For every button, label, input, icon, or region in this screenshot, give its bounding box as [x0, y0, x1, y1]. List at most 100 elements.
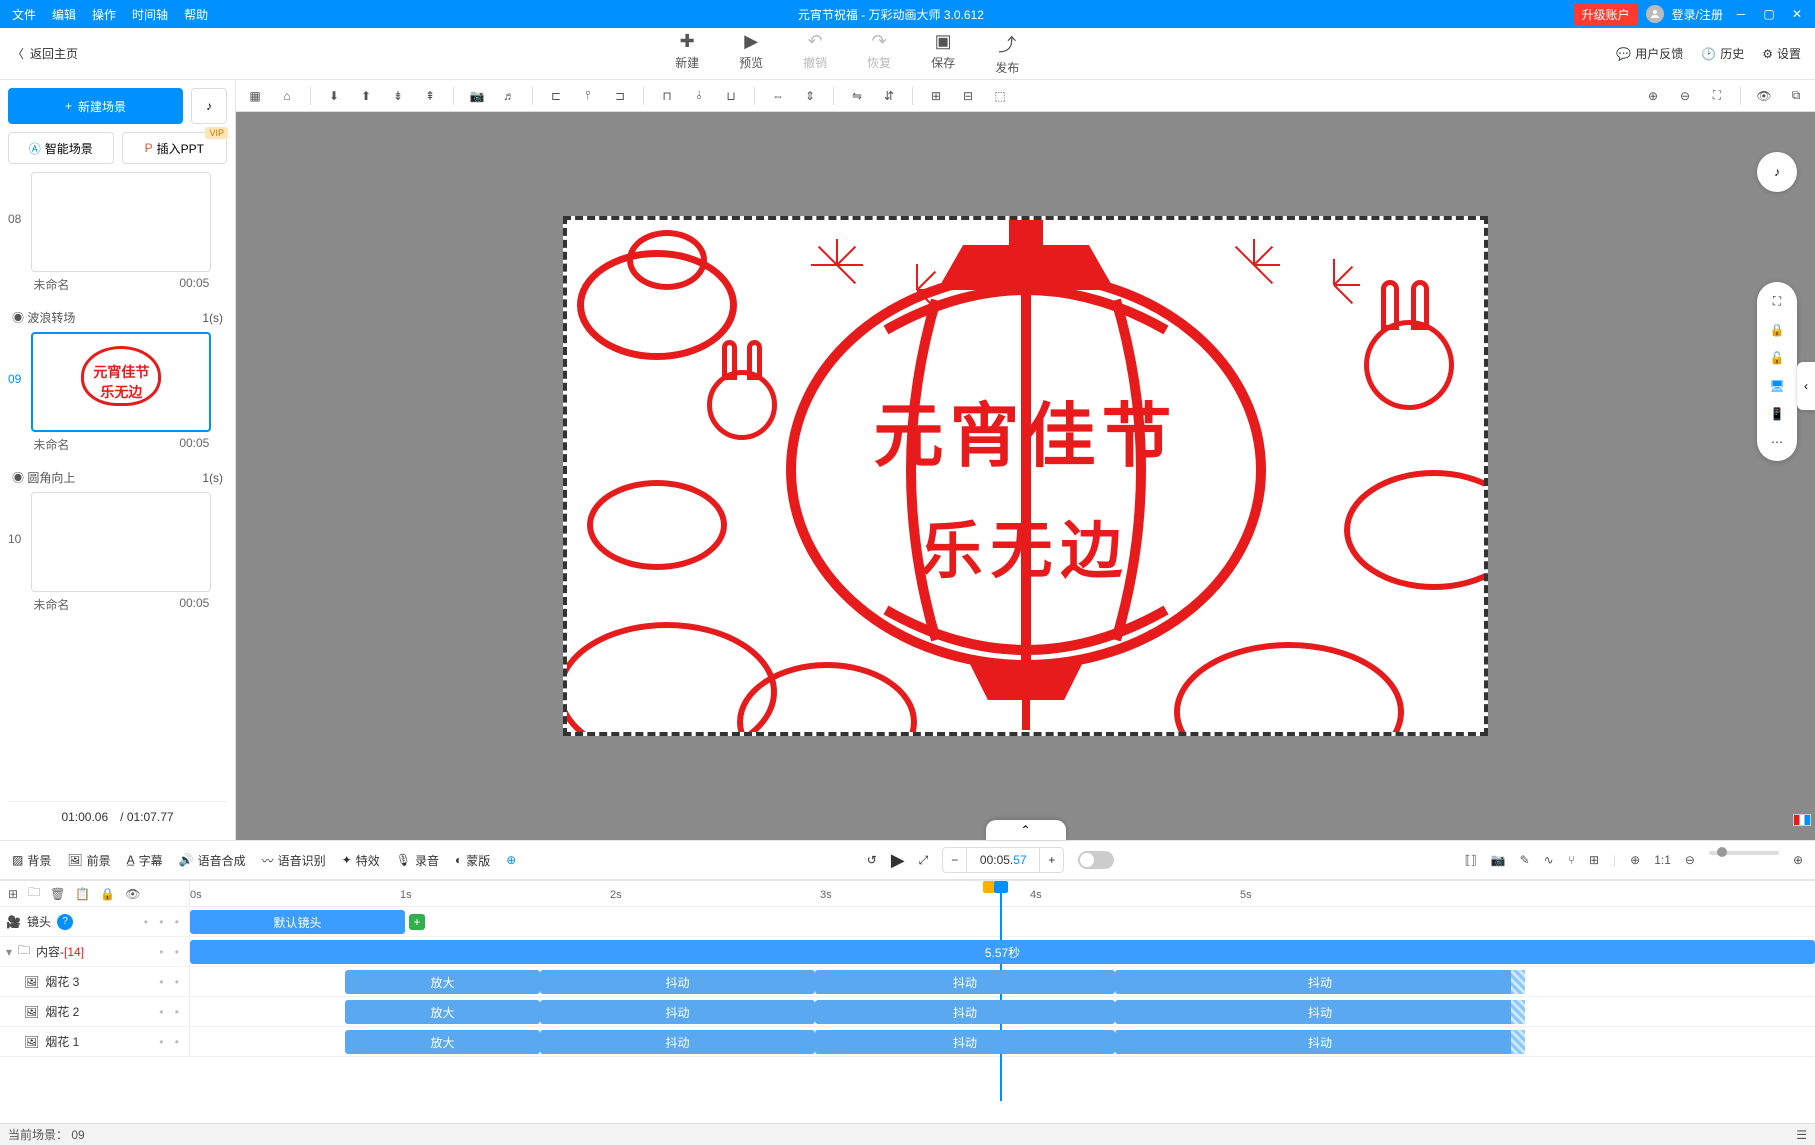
shake-segment[interactable]: 抖动	[815, 1000, 1115, 1024]
track-firework-2[interactable]: 🖼烟花 2• •	[0, 997, 190, 1026]
panel-expand-button[interactable]: ‹	[1797, 362, 1815, 410]
track-options[interactable]: • •	[159, 1035, 183, 1049]
toolbar-save[interactable]: ▣保存	[931, 31, 955, 76]
toolbar-new[interactable]: ✚新建	[675, 31, 699, 76]
zoom-fit-icon[interactable]: ⛶	[1708, 88, 1726, 103]
shake-segment[interactable]: 抖动	[540, 970, 815, 994]
lb-mask[interactable]: ◐蒙版	[455, 852, 490, 869]
play-icon[interactable]: ▶	[891, 850, 905, 871]
zoom-segment[interactable]: 放大	[345, 970, 540, 994]
tl-paste-icon[interactable]: 📋	[75, 887, 90, 901]
menu-timeline[interactable]: 时间轴	[132, 6, 168, 23]
zoom-segment[interactable]: 放大	[345, 1000, 540, 1024]
track-firework-3[interactable]: 🖼烟花 3• •	[0, 967, 190, 996]
lb-tts[interactable]: 🔊语音合成	[179, 852, 246, 869]
align-left-icon[interactable]: ⊏	[547, 89, 565, 103]
lb-record[interactable]: 🎙录音	[396, 852, 439, 869]
video-icon[interactable]: ▦	[246, 89, 264, 103]
lb-subtitle[interactable]: A̲字幕	[127, 852, 163, 869]
floating-music-button[interactable]: ♪	[1757, 152, 1797, 192]
track-options[interactable]: • • •	[144, 915, 183, 929]
download-icon[interactable]: ⬇	[325, 89, 343, 103]
help-icon[interactable]: ?	[57, 914, 73, 930]
ungroup-icon[interactable]: ⊟	[959, 89, 977, 103]
login-button[interactable]: 登录/注册	[1672, 6, 1723, 23]
curve-icon[interactable]: ∿	[1544, 853, 1554, 867]
settings-button[interactable]: ⚙设置	[1762, 45, 1801, 62]
track-content[interactable]: ▾🗀内容-[14]• •	[0, 937, 190, 966]
shake-segment[interactable]: 抖动	[815, 1030, 1115, 1054]
align-vcenter-icon[interactable]: ⫰	[690, 88, 708, 103]
time-decrease[interactable]: −	[943, 848, 967, 872]
eye-icon[interactable]: 👁	[1755, 89, 1773, 103]
expand-icon[interactable]: ▾	[6, 945, 12, 959]
scene-item-09[interactable]: 09 元宵佳节 乐无边 未命名00:05	[8, 332, 227, 453]
send-backward-icon[interactable]: ⇞	[421, 89, 439, 103]
lb-more[interactable]: ⊕	[506, 853, 516, 867]
zoom-slider[interactable]	[1709, 851, 1779, 855]
track-add-icon[interactable]: ⊕	[1630, 853, 1640, 867]
zoom-out-icon[interactable]: ⊖	[1676, 89, 1694, 103]
camera-icon[interactable]: 📷	[468, 89, 486, 103]
bring-forward-icon[interactable]: ⇟	[389, 89, 407, 103]
layers-panel-icon[interactable]: ☰	[1796, 1128, 1807, 1142]
filter-icon[interactable]: ⑂	[1568, 853, 1575, 867]
toolbar-undo[interactable]: ↶撤销	[803, 31, 827, 76]
transition-row[interactable]: ◉ 圆角向上1(s)	[8, 463, 227, 492]
timeline-ruler[interactable]: 0s 1s 2s 3s 4s 5s	[190, 881, 1815, 906]
camera-bar[interactable]: 默认镜头+	[190, 910, 405, 934]
track-options[interactable]: • •	[159, 975, 183, 989]
align-hcenter-icon[interactable]: ⫯	[579, 88, 597, 103]
zoom-segment[interactable]: 放大	[345, 1030, 540, 1054]
back-home[interactable]: 〈 返回主页	[0, 45, 78, 62]
history-button[interactable]: 🕑历史	[1701, 45, 1744, 62]
flip-h-icon[interactable]: ⇋	[848, 89, 866, 103]
group-icon[interactable]: ⊞	[927, 89, 945, 103]
tl-folder-icon[interactable]: 🗀	[28, 883, 40, 904]
menu-edit[interactable]: 编辑	[52, 6, 76, 23]
track-camera[interactable]: 🎥镜头?• • •	[0, 907, 190, 936]
loop-toggle[interactable]	[1078, 851, 1114, 869]
unlock-icon[interactable]: 🔓	[1770, 351, 1785, 365]
distribute-h-icon[interactable]: ⇔	[769, 89, 787, 103]
more-icon[interactable]: ⋯	[1771, 435, 1783, 449]
time-increase[interactable]: +	[1039, 848, 1063, 872]
zoom-in-icon[interactable]: ⊕	[1644, 89, 1662, 103]
upgrade-button[interactable]: 升级账户	[1574, 4, 1638, 25]
time-value[interactable]: 00:05.57	[967, 853, 1039, 867]
properties-icon[interactable]: ⊞	[1589, 853, 1599, 867]
smart-scene-button[interactable]: Ⓐ智能场景	[8, 132, 114, 164]
content-bar[interactable]: 5.57秒	[190, 940, 1815, 964]
menu-file[interactable]: 文件	[12, 6, 36, 23]
lb-effects[interactable]: ✦特效	[342, 852, 380, 869]
shake-segment[interactable]: 抖动	[815, 970, 1115, 994]
tl-delete-icon[interactable]: 🗑	[50, 887, 65, 901]
fitscreen-icon[interactable]: ⛶	[1773, 294, 1781, 309]
scene-item-08[interactable]: 08 未命名00:05	[8, 172, 227, 293]
upload-icon[interactable]: ⬆	[357, 89, 375, 103]
add-keyframe-button[interactable]: +	[409, 914, 425, 930]
lb-foreground[interactable]: 🖼前景	[67, 852, 110, 869]
menu-help[interactable]: 帮助	[184, 6, 208, 23]
menu-operate[interactable]: 操作	[92, 6, 116, 23]
tl-eye-icon[interactable]: 👁	[125, 887, 140, 901]
shake-segment[interactable]: 抖动	[1115, 1000, 1525, 1024]
window-minimize[interactable]: ─	[1731, 4, 1751, 24]
window-maximize[interactable]: ▢	[1759, 4, 1779, 24]
toolbar-publish[interactable]: ⤴发布	[995, 31, 1019, 76]
shake-segment[interactable]: 抖动	[540, 1030, 815, 1054]
snapshot-icon[interactable]: 📷	[1491, 853, 1506, 867]
flip-v-icon[interactable]: ⇵	[880, 89, 898, 103]
shake-segment[interactable]: 抖动	[1115, 970, 1525, 994]
align-right-icon[interactable]: ⊐	[611, 89, 629, 103]
lock-icon[interactable]: 🔒	[1770, 323, 1785, 337]
window-close[interactable]: ✕	[1787, 4, 1807, 24]
zoom-in-timeline-icon[interactable]: ⊕	[1793, 853, 1803, 867]
music-button[interactable]: ♪	[191, 88, 227, 124]
home-icon[interactable]: ⌂	[278, 89, 296, 103]
zoom-out-timeline-icon[interactable]: ⊖	[1685, 853, 1695, 867]
track-options[interactable]: • •	[159, 1005, 183, 1019]
panel-collapse-button[interactable]: ⌃	[986, 820, 1066, 840]
toolbar-preview[interactable]: ▶预览	[739, 31, 763, 76]
ratio-icon[interactable]: 1:1	[1654, 853, 1671, 867]
